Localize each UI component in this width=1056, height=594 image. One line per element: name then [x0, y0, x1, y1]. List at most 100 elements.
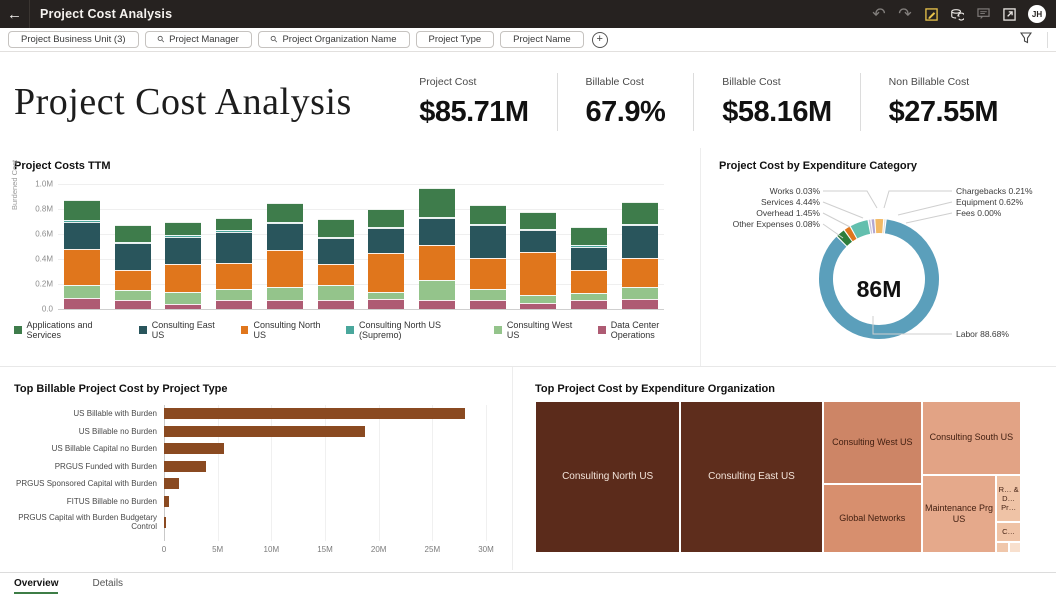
donut-slice-other-expenses[interactable]: [849, 233, 853, 236]
ttm-segment-consulting-west-us[interactable]: [419, 280, 455, 300]
ttm-segment-data-center-operations[interactable]: [267, 300, 303, 309]
ttm-segment-consulting-east-us[interactable]: [267, 223, 303, 251]
ttm-bar-10[interactable]: [520, 212, 556, 310]
ttm-segment-consulting-north-us[interactable]: [368, 253, 404, 292]
ttm-segment-consulting-east-us[interactable]: [470, 225, 506, 258]
hbar-bar-prgus-funded-with-burden[interactable]: [164, 461, 206, 472]
ttm-segment-applications-and-services[interactable]: [520, 212, 556, 230]
ttm-bar-4[interactable]: [216, 218, 252, 309]
legend-item-data-center-operations[interactable]: Data Center Operations: [598, 320, 700, 340]
treemap-cell-r-d-pr[interactable]: R… & D… Pr…: [996, 475, 1021, 522]
treemap-cell-consulting-east-us[interactable]: Consulting East US: [680, 401, 822, 553]
ttm-segment-consulting-east-us[interactable]: [216, 232, 252, 263]
data-refresh-button[interactable]: [944, 0, 970, 28]
donut-slice-services[interactable]: [854, 227, 869, 232]
redo-button[interactable]: ↷: [892, 0, 918, 28]
ttm-bar-12[interactable]: [622, 202, 658, 310]
ttm-segment-consulting-west-us[interactable]: [470, 289, 506, 300]
ttm-bar-8[interactable]: [419, 188, 455, 309]
hbar-bar-prgus-capital-with-burden-budgetary-control[interactable]: [164, 517, 166, 528]
present-button[interactable]: [996, 0, 1022, 28]
ttm-segment-consulting-east-us[interactable]: [64, 222, 100, 250]
edit-button[interactable]: [918, 0, 944, 28]
ttm-segment-consulting-west-us[interactable]: [520, 295, 556, 303]
treemap-cell-c[interactable]: C…: [996, 522, 1021, 542]
filter-chip-project-organization-name[interactable]: ⚲Project Organization Name: [258, 31, 410, 48]
ttm-bar-11[interactable]: [571, 227, 607, 310]
ttm-segment-consulting-west-us[interactable]: [318, 285, 354, 300]
ttm-segment-consulting-west-us[interactable]: [216, 289, 252, 300]
ttm-segment-consulting-east-us[interactable]: [368, 228, 404, 253]
hbar-bar-prgus-sponsored-capital-with-burden[interactable]: [164, 478, 179, 489]
ttm-segment-consulting-west-us[interactable]: [267, 287, 303, 301]
ttm-segment-applications-and-services[interactable]: [419, 188, 455, 217]
ttm-segment-consulting-west-us[interactable]: [622, 287, 658, 300]
legend-item-consulting-west-us[interactable]: Consulting West US: [494, 320, 582, 340]
ttm-bar-9[interactable]: [470, 205, 506, 309]
tab-overview[interactable]: Overview: [14, 573, 58, 594]
ttm-segment-consulting-north-us[interactable]: [165, 264, 201, 292]
hbar-bar-us-billable-capital-no-burden[interactable]: [164, 443, 224, 454]
ttm-segment-data-center-operations[interactable]: [318, 300, 354, 309]
ttm-segment-data-center-operations[interactable]: [368, 299, 404, 309]
filter-chip-project-business-unit-3[interactable]: Project Business Unit (3): [8, 31, 139, 48]
treemap-cell-small-8[interactable]: [996, 542, 1009, 553]
ttm-segment-data-center-operations[interactable]: [470, 300, 506, 309]
ttm-segment-consulting-east-us[interactable]: [165, 237, 201, 265]
ttm-segment-data-center-operations[interactable]: [622, 299, 658, 309]
ttm-bar-7[interactable]: [368, 209, 404, 309]
ttm-segment-applications-and-services[interactable]: [64, 200, 100, 220]
user-avatar[interactable]: JH: [1028, 5, 1046, 23]
filter-chip-project-manager[interactable]: ⚲Project Manager: [145, 31, 252, 48]
treemap-cell-global-networks[interactable]: Global Networks: [823, 484, 922, 553]
ttm-bar-5[interactable]: [267, 203, 303, 309]
hbar-bar-us-billable-with-burden[interactable]: [164, 408, 465, 419]
ttm-segment-consulting-west-us[interactable]: [165, 292, 201, 305]
ttm-segment-consulting-north-us[interactable]: [64, 249, 100, 285]
ttm-segment-consulting-north-us[interactable]: [622, 258, 658, 287]
ttm-bar-1[interactable]: [64, 200, 100, 309]
treemap-cell-maintenance-prg-us[interactable]: Maintenance Prg US: [922, 475, 996, 553]
ttm-bar-3[interactable]: [165, 222, 201, 310]
legend-item-applications-and-services[interactable]: Applications and Services: [14, 320, 123, 340]
ttm-segment-consulting-west-us[interactable]: [115, 290, 151, 300]
undo-button[interactable]: ↶: [866, 0, 892, 28]
comment-button[interactable]: [970, 0, 996, 28]
ttm-segment-consulting-north-us[interactable]: [115, 270, 151, 290]
ttm-segment-consulting-west-us[interactable]: [571, 293, 607, 301]
ttm-segment-data-center-operations[interactable]: [64, 298, 100, 309]
back-button[interactable]: ←: [0, 0, 30, 28]
ttm-segment-applications-and-services[interactable]: [115, 225, 151, 241]
ttm-segment-applications-and-services[interactable]: [267, 203, 303, 222]
ttm-segment-consulting-north-us[interactable]: [318, 264, 354, 285]
ttm-segment-applications-and-services[interactable]: [368, 209, 404, 227]
tab-details[interactable]: Details: [92, 573, 123, 589]
filter-chip-project-name[interactable]: Project Name: [500, 31, 584, 48]
ttm-segment-consulting-east-us[interactable]: [419, 218, 455, 246]
filter-chip-project-type[interactable]: Project Type: [416, 31, 495, 48]
ttm-segment-consulting-north-us[interactable]: [419, 245, 455, 280]
ttm-segment-consulting-east-us[interactable]: [115, 243, 151, 271]
treemap-cell-small-9[interactable]: [1009, 542, 1021, 553]
treemap-cell-consulting-south-us[interactable]: Consulting South US: [922, 401, 1021, 475]
ttm-segment-consulting-east-us[interactable]: [622, 225, 658, 258]
ttm-segment-data-center-operations[interactable]: [115, 300, 151, 309]
donut-slice-overhead[interactable]: [842, 236, 848, 241]
legend-item-consulting-north-us-supremo[interactable]: Consulting North US (Supremo): [346, 320, 478, 340]
add-filter-button[interactable]: +: [592, 32, 608, 48]
filter-button[interactable]: [1015, 31, 1037, 49]
ttm-segment-applications-and-services[interactable]: [318, 219, 354, 237]
ttm-segment-data-center-operations[interactable]: [520, 303, 556, 309]
ttm-segment-consulting-north-us[interactable]: [470, 258, 506, 289]
ttm-segment-applications-and-services[interactable]: [165, 222, 201, 236]
ttm-segment-applications-and-services[interactable]: [216, 218, 252, 231]
legend-item-consulting-north-us[interactable]: Consulting North US: [241, 320, 330, 340]
ttm-segment-data-center-operations[interactable]: [165, 304, 201, 309]
ttm-segment-data-center-operations[interactable]: [216, 300, 252, 309]
ttm-segment-consulting-north-us[interactable]: [267, 250, 303, 286]
ttm-segment-applications-and-services[interactable]: [470, 205, 506, 224]
ttm-segment-consulting-west-us[interactable]: [368, 292, 404, 300]
ttm-segment-consulting-east-us[interactable]: [318, 238, 354, 264]
ttm-segment-applications-and-services[interactable]: [571, 227, 607, 246]
ttm-bar-6[interactable]: [318, 219, 354, 309]
